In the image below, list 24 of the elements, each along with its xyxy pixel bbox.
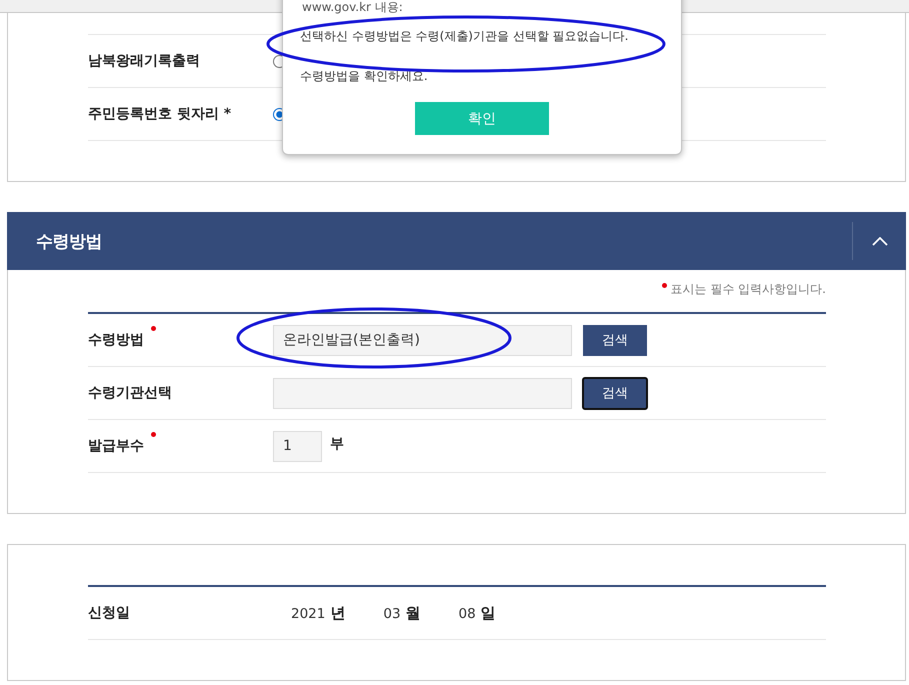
date-value: 08 [458, 606, 476, 622]
dialog-origin: www.gov.kr 내용: [301, 0, 404, 14]
field-label: 신청일 [88, 604, 131, 622]
date-unit: 월 [406, 604, 421, 622]
field-label: 발급부수 [88, 437, 144, 455]
required-dot-icon [662, 283, 667, 288]
dialog-note: 수령방법을 확인하세요. [300, 68, 429, 84]
date-value: 03 [383, 606, 401, 622]
input-field[interactable]: 1 [273, 430, 322, 462]
date-unit: 년 [330, 604, 346, 622]
field-label: 수령방법 [88, 331, 144, 349]
input-field[interactable]: 온라인발급(본인출력) [273, 324, 572, 356]
field-label: 주민등록번호 뒷자리 * [88, 105, 232, 123]
input-field[interactable] [273, 378, 572, 408]
date-unit: 일 [480, 604, 496, 622]
field-label: 남북왕래기록출력 [88, 52, 201, 70]
unit-label: 부 [330, 435, 344, 453]
search-button[interactable]: 검색 [582, 376, 648, 410]
field-label: 수령기관선택 [88, 384, 172, 402]
section-title: 수령방법 [35, 230, 102, 252]
date-value: 2021 [291, 606, 326, 622]
required-note: 표시는 필수 입력사항입니다. [670, 280, 826, 298]
search-button[interactable]: 검색 [583, 324, 647, 356]
dialog-message: 선택하신 수령방법은 수령(제출)기관을 선택할 필요없습니다. [300, 28, 630, 44]
